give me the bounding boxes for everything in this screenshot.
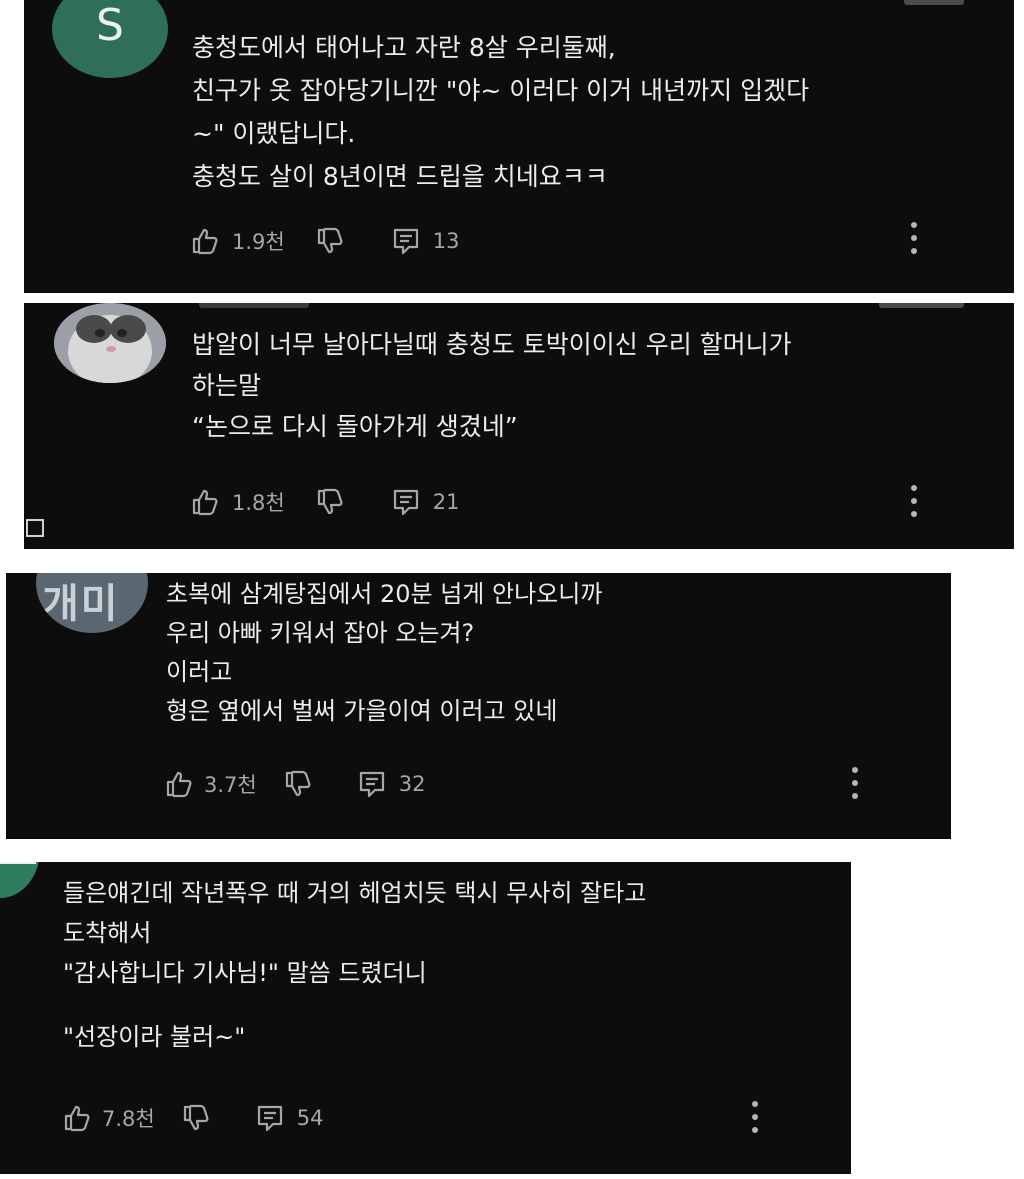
comment-line: "선장이라 불러~" [63, 1023, 246, 1051]
comment-text: 충청도에서 태어나고 자란 8살 우리둘째, 친구가 옷 잡아당기니깐 "야~ … [192, 26, 809, 198]
comment-line: 충청도 살이 8년이면 드립을 치네요ㅋㅋ [192, 162, 608, 191]
more-options-icon[interactable] [910, 485, 918, 517]
reply-icon[interactable] [255, 1103, 285, 1133]
comment-line: 하는말 [192, 371, 262, 400]
avatar-letter: S [96, 0, 124, 51]
like-count: 1.9천 [232, 230, 285, 254]
reply-count: 32 [398, 772, 426, 796]
comment-line: 우리 아빠 키워서 잡아 오는겨? [166, 619, 475, 647]
comment-card: 들은얘긴데 작년폭우 때 거의 헤엄치듯 택시 무사히 잘타고 도착해서 "감사… [0, 862, 851, 1174]
reply-count: 54 [296, 1106, 324, 1130]
cat-photo-icon [54, 303, 166, 383]
comment-header-fragment [904, 0, 964, 5]
comment-line: "감사합니다 기사님!" 말씀 드렸더니 [63, 959, 427, 987]
thumbs-down-icon[interactable] [283, 769, 313, 799]
comment-text: 초복에 삼계탕집에서 20분 넘게 안나오니까 우리 아빠 키워서 잡아 오는겨… [166, 575, 602, 731]
more-options-icon[interactable] [751, 1101, 759, 1133]
reply-icon[interactable] [391, 487, 421, 517]
comment-actions: 3.7천 32 [164, 767, 425, 801]
avatar[interactable]: 개미 [36, 573, 148, 633]
comment-actions: 1.8천 21 [190, 485, 459, 519]
thumbs-up-icon[interactable] [164, 769, 194, 799]
more-options-icon[interactable] [910, 222, 918, 254]
comment-card: 밥알이 너무 날아다닐때 충청도 토박이이신 우리 할머니가 하는말 “논으로 … [24, 303, 1014, 549]
comment-line: 충청도에서 태어나고 자란 8살 우리둘째, [192, 33, 616, 62]
comment-text: 밥알이 너무 날아다닐때 충청도 토박이이신 우리 할머니가 하는말 “논으로 … [192, 324, 792, 447]
comment-line: ~" 이랬답니다. [192, 119, 356, 148]
reply-icon[interactable] [357, 769, 387, 799]
comment-line: 이러고 [166, 658, 233, 686]
comment-actions: 1.9천 13 [190, 224, 459, 258]
comment-header-fragment [199, 303, 309, 308]
comment-card: 개미 초복에 삼계탕집에서 20분 넘게 안나오니까 우리 아빠 키워서 잡아 … [6, 573, 951, 839]
comment-text: 들은얘긴데 작년폭우 때 거의 헤엄치듯 택시 무사히 잘타고 도착해서 "감사… [63, 873, 646, 1057]
reply-count: 21 [432, 490, 460, 514]
avatar-letter [0, 862, 36, 864]
comment-card: S 충청도에서 태어나고 자란 8살 우리둘째, 친구가 옷 잡아당기니깐 "야… [24, 0, 1014, 293]
avatar[interactable]: S [52, 0, 168, 78]
thumbs-up-icon[interactable] [62, 1103, 92, 1133]
reply-icon[interactable] [391, 226, 421, 256]
like-count: 1.8천 [232, 491, 285, 515]
comment-line: 초복에 삼계탕집에서 20분 넘게 안나오니까 [166, 580, 603, 608]
comment-line: 친구가 옷 잡아당기니깐 "야~ 이러다 이거 내년까지 입겠다 [192, 76, 810, 105]
comment-line: 들은얘긴데 작년폭우 때 거의 헤엄치듯 택시 무사히 잘타고 [63, 879, 647, 907]
reply-count: 13 [432, 229, 460, 253]
avatar-initials: 개미 [42, 581, 120, 627]
avatar[interactable] [54, 303, 166, 383]
like-count: 7.8천 [102, 1107, 155, 1131]
thumbs-up-icon[interactable] [190, 226, 220, 256]
thumbs-down-icon[interactable] [315, 226, 345, 256]
expand-icon[interactable] [26, 519, 44, 537]
more-options-icon[interactable] [851, 767, 859, 799]
comment-line [63, 993, 646, 1017]
avatar[interactable] [0, 862, 40, 898]
like-count: 3.7천 [204, 773, 257, 797]
comment-line: 형은 옆에서 벌써 가을이여 이러고 있네 [166, 697, 558, 725]
comment-header-fragment [879, 303, 964, 308]
comment-actions: 7.8천 54 [62, 1101, 323, 1135]
thumbs-down-icon[interactable] [315, 487, 345, 517]
comment-line: 밥알이 너무 날아다닐때 충청도 토박이이신 우리 할머니가 [192, 330, 792, 359]
comment-line: 도착해서 [63, 919, 152, 947]
thumbs-down-icon[interactable] [181, 1103, 211, 1133]
thumbs-up-icon[interactable] [190, 487, 220, 517]
comment-line: “논으로 다시 돌아가게 생겼네” [192, 412, 518, 441]
